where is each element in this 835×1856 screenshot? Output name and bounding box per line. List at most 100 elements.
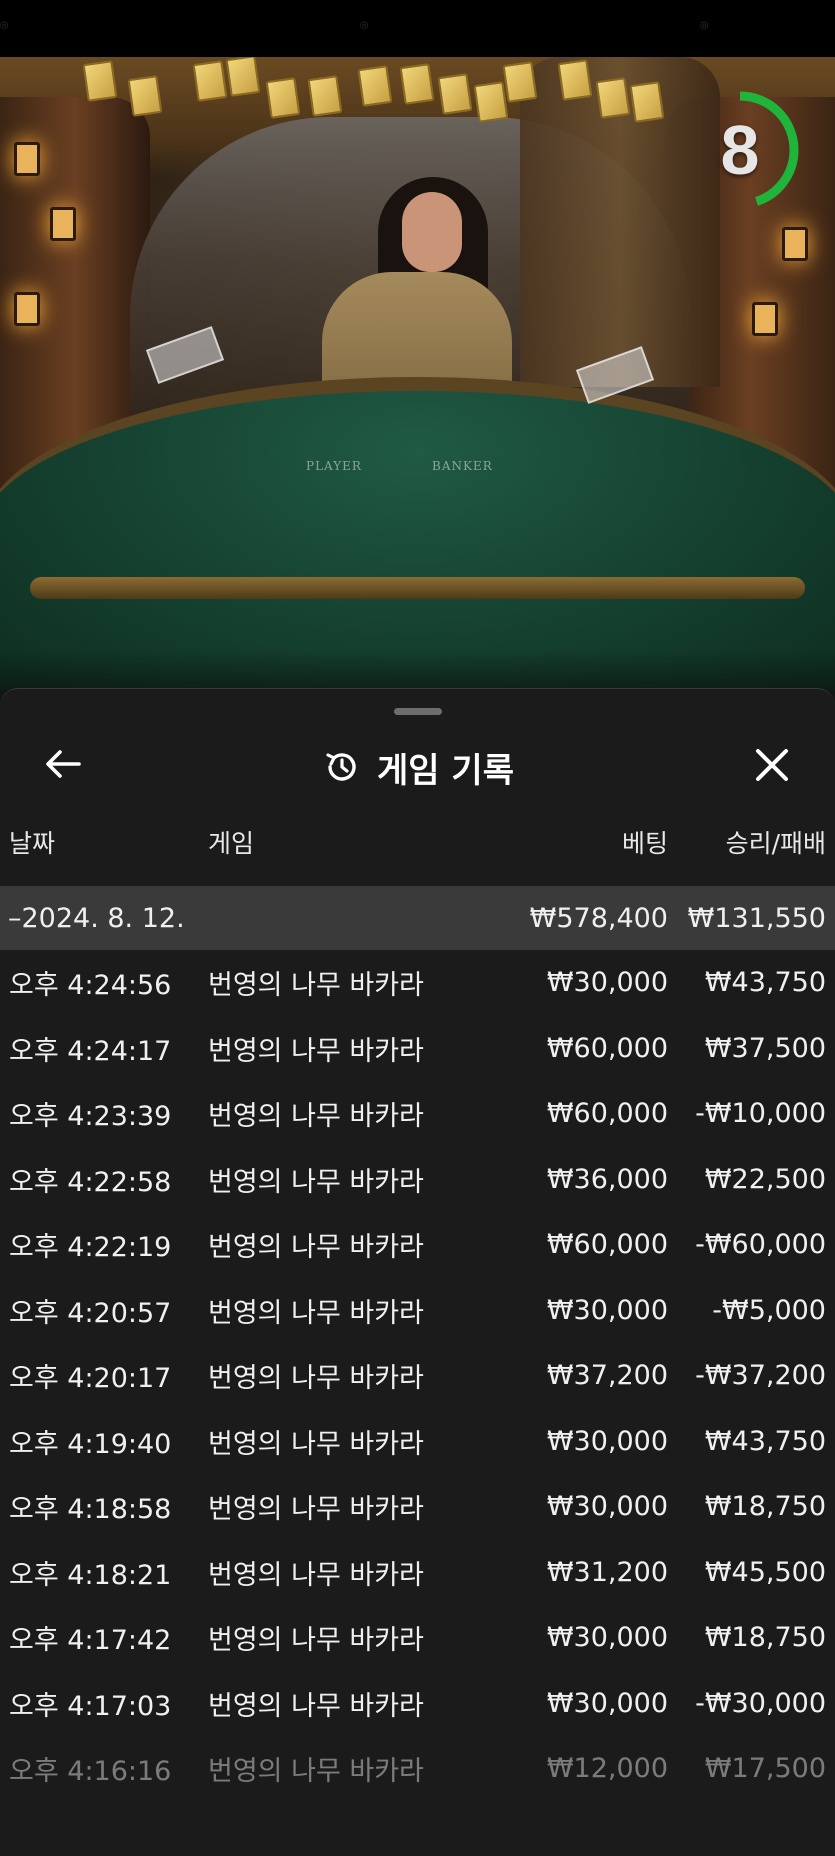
row-bet: ₩30,000	[546, 1491, 668, 1523]
summary-date: –2024. 8. 12.	[8, 902, 185, 934]
hanging-card	[82, 60, 118, 102]
row-bet: ₩30,000	[546, 1687, 668, 1719]
row-bet: ₩30,000	[546, 967, 668, 999]
row-game: 번영의 나무 바카라	[208, 1363, 424, 1395]
row-win-loss: ₩17,500	[704, 1753, 826, 1785]
panel-header: 게임 기록	[0, 717, 835, 817]
row-bet: ₩31,200	[546, 1556, 668, 1588]
panel-title: 게임 기록	[377, 750, 514, 791]
dealer-face	[402, 192, 462, 272]
close-icon	[756, 749, 788, 781]
history-table: –2024. 8. 12. ₩578,400 ₩131,550 오후 4:24:…	[0, 886, 835, 1802]
summary-bet: ₩578,400	[529, 902, 668, 934]
history-row[interactable]: 오후 4:19:40 번영의 나무 바카라 ₩30,000 ₩43,750	[0, 1409, 835, 1475]
column-header-win-loss: 승리/패배	[725, 829, 826, 858]
row-game: 번영의 나무 바카라	[208, 1625, 424, 1657]
hanging-card	[192, 60, 228, 102]
lantern	[50, 207, 76, 241]
row-time: 오후 4:18:21	[9, 1559, 172, 1591]
lantern	[14, 142, 40, 176]
history-row[interactable]: 오후 4:24:56 번영의 나무 바카라 ₩30,000 ₩43,750	[0, 950, 835, 1016]
lantern	[782, 227, 808, 261]
row-win-loss: ₩18,750	[704, 1491, 826, 1523]
hanging-card	[437, 73, 473, 115]
game-history-panel: 게임 기록 날짜 게임 베팅 승리/패배 –2024. 8. 12. ₩578,…	[0, 688, 835, 1856]
row-time: 오후 4:23:39	[9, 1101, 172, 1133]
row-time: 오후 4:20:17	[9, 1363, 172, 1395]
row-bet: ₩30,000	[546, 1622, 668, 1654]
history-row[interactable]: 오후 4:18:58 번영의 나무 바카라 ₩30,000 ₩18,750	[0, 1474, 835, 1540]
column-header-date: 날짜	[9, 829, 56, 858]
history-row[interactable]: 오후 4:20:57 번영의 나무 바카라 ₩30,000 -₩5,000	[0, 1278, 835, 1344]
row-bet: ₩12,000	[546, 1753, 668, 1785]
banker-label: BANKER	[432, 459, 493, 473]
row-game: 번영의 나무 바카라	[208, 1101, 424, 1133]
row-win-loss: ₩43,750	[704, 967, 826, 999]
hanging-card	[629, 81, 665, 123]
hanging-card	[399, 63, 435, 105]
panel-title-group: 게임 기록	[0, 717, 835, 817]
summary-win-loss: ₩131,550	[687, 902, 826, 934]
hanging-card	[502, 61, 538, 103]
back-button[interactable]	[38, 739, 88, 789]
history-row[interactable]: 오후 4:22:58 번영의 나무 바카라 ₩36,000 ₩22,500	[0, 1147, 835, 1213]
baccarat-table	[0, 377, 835, 697]
history-row[interactable]: 오후 4:24:17 번영의 나무 바카라 ₩60,000 ₩37,500	[0, 1016, 835, 1082]
row-time: 오후 4:24:17	[9, 1035, 172, 1067]
history-row[interactable]: 오후 4:20:17 번영의 나무 바카라 ₩37,200 -₩37,200	[0, 1343, 835, 1409]
row-time: 오후 4:18:58	[9, 1494, 172, 1526]
row-game: 번영의 나무 바카라	[208, 1428, 424, 1460]
row-win-loss: ₩43,750	[704, 1425, 826, 1457]
row-win-loss: ₩18,750	[704, 1622, 826, 1654]
lantern	[14, 292, 40, 326]
hanging-card	[127, 75, 163, 117]
row-time: 오후 4:19:40	[9, 1428, 172, 1460]
status-bar	[0, 0, 835, 57]
close-button[interactable]	[746, 739, 798, 791]
row-game: 번영의 나무 바카라	[208, 1297, 424, 1329]
row-game: 번영의 나무 바카라	[208, 1232, 424, 1264]
row-bet: ₩60,000	[546, 1229, 668, 1261]
hanging-card	[473, 81, 509, 123]
lantern	[752, 302, 778, 336]
arrow-left-icon	[46, 750, 81, 778]
row-win-loss: ₩37,500	[704, 1032, 826, 1064]
row-game: 번영의 나무 바카라	[208, 1756, 424, 1788]
drag-handle[interactable]	[394, 708, 442, 715]
row-win-loss: -₩5,000	[712, 1294, 826, 1326]
row-time: 오후 4:17:42	[9, 1625, 172, 1657]
hanging-card	[357, 65, 393, 107]
row-win-loss: -₩60,000	[695, 1229, 826, 1261]
row-win-loss: ₩22,500	[704, 1163, 826, 1195]
hanging-card	[595, 77, 631, 119]
row-game: 번영의 나무 바카라	[208, 1035, 424, 1067]
row-bet: ₩30,000	[546, 1425, 668, 1457]
row-game: 번영의 나무 바카라	[208, 1690, 424, 1722]
hanging-card	[265, 77, 301, 119]
history-row[interactable]: 오후 4:23:39 번영의 나무 바카라 ₩60,000 -₩10,000	[0, 1081, 835, 1147]
row-game: 번영의 나무 바카라	[208, 1559, 424, 1591]
row-bet: ₩60,000	[546, 1032, 668, 1064]
row-game: 번영의 나무 바카라	[208, 1494, 424, 1526]
timer-value: 8	[720, 111, 760, 189]
history-row[interactable]: 오후 4:22:19 번영의 나무 바카라 ₩60,000 -₩60,000	[0, 1212, 835, 1278]
player-label: PLAYER	[306, 459, 362, 473]
row-game: 번영의 나무 바카라	[208, 1166, 424, 1198]
row-time: 오후 4:22:19	[9, 1232, 172, 1264]
date-summary-row[interactable]: –2024. 8. 12. ₩578,400 ₩131,550	[0, 886, 835, 950]
row-time: 오후 4:22:58	[9, 1166, 172, 1198]
history-row[interactable]: 오후 4:18:21 번영의 나무 바카라 ₩31,200 ₩45,500	[0, 1540, 835, 1606]
row-bet: ₩60,000	[546, 1098, 668, 1130]
row-bet: ₩36,000	[546, 1163, 668, 1195]
history-icon	[321, 746, 363, 788]
row-time: 오후 4:16:16	[9, 1756, 172, 1788]
column-header-bet: 베팅	[621, 829, 668, 858]
row-time: 오후 4:20:57	[9, 1297, 172, 1329]
history-row[interactable]: 오후 4:16:16 번영의 나무 바카라 ₩12,000 ₩17,500	[0, 1736, 835, 1802]
countdown-timer: 8	[678, 88, 802, 212]
history-row[interactable]: 오후 4:17:03 번영의 나무 바카라 ₩30,000 -₩30,000	[0, 1671, 835, 1737]
history-row[interactable]: 오후 4:17:42 번영의 나무 바카라 ₩30,000 ₩18,750	[0, 1605, 835, 1671]
hanging-card	[225, 57, 261, 97]
row-bet: ₩30,000	[546, 1294, 668, 1326]
row-time: 오후 4:17:03	[9, 1690, 172, 1722]
